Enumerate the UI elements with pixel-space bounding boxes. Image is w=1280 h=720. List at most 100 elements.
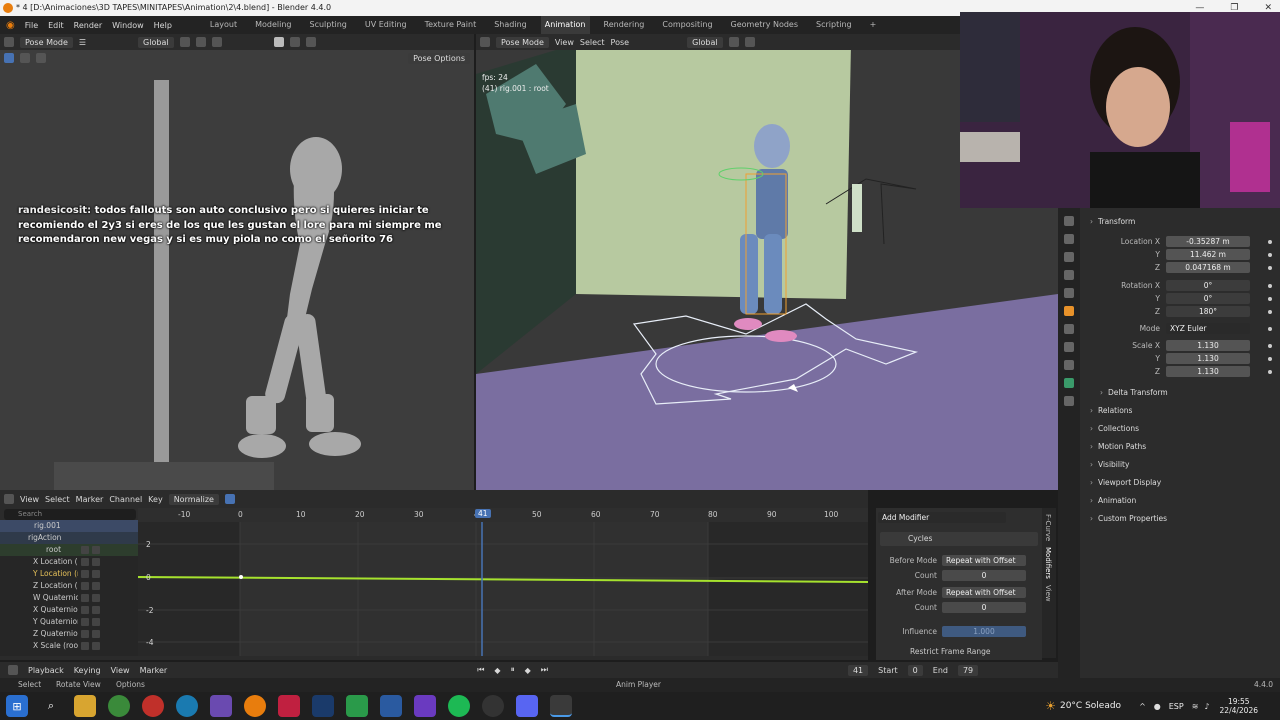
before-count-field[interactable]: 0 <box>942 569 1026 581</box>
channel-row[interactable]: Z Quaternion Rota <box>0 628 138 640</box>
keyframe-dot-icon[interactable] <box>1268 309 1272 314</box>
before-mode-dropdown[interactable]: Repeat with Offset <box>942 554 1026 566</box>
tab-fcurve[interactable]: F-Curve <box>1044 514 1052 541</box>
rotation-x-field[interactable]: 0° <box>1166 280 1250 291</box>
scale-y-field[interactable]: 1.130 <box>1166 353 1250 364</box>
channel-row[interactable]: Y Quaternion Rota <box>0 616 138 628</box>
modifier-tab-icon[interactable] <box>1064 324 1074 334</box>
tray-chevron-icon[interactable]: ^ <box>1139 702 1146 711</box>
fcurve-area[interactable]: 2 0 -2 -4 <box>138 522 868 656</box>
tab-modifiers[interactable]: Modifiers <box>1044 547 1052 579</box>
menu-view[interactable]: View <box>20 495 39 504</box>
mode-dropdown[interactable]: Pose Mode <box>496 36 549 48</box>
snap-icon[interactable] <box>744 37 755 47</box>
menu-key[interactable]: Key <box>148 495 163 504</box>
world-tab-icon[interactable] <box>1064 288 1074 298</box>
channel-row[interactable]: rig.001 <box>0 520 138 532</box>
menu-keying[interactable]: Keying <box>74 666 101 675</box>
collections-section[interactable]: Collections <box>1090 424 1139 433</box>
discord-icon[interactable] <box>516 695 538 717</box>
pivot-icon[interactable] <box>728 37 739 47</box>
influence-field[interactable]: 1.000 <box>942 625 1026 637</box>
channel-row[interactable]: Z Location (root) <box>0 580 138 592</box>
menu-file[interactable]: File <box>25 21 38 30</box>
menu-help[interactable]: Help <box>154 21 172 30</box>
delta-transform-section[interactable]: Delta Transform <box>1100 388 1168 397</box>
menu-marker[interactable]: Marker <box>140 666 168 675</box>
keyframe-dot-icon[interactable] <box>1268 326 1272 331</box>
tab-animation[interactable]: Animation <box>540 16 590 34</box>
tool-tab-icon[interactable] <box>1064 216 1074 226</box>
physics-tab-icon[interactable] <box>1064 342 1074 352</box>
tab-view[interactable]: View <box>1044 585 1052 602</box>
tab-compositing[interactable]: Compositing <box>658 16 716 34</box>
animation-section[interactable]: Animation <box>1090 496 1136 505</box>
menu-render[interactable]: Render <box>74 21 102 30</box>
wifi-icon[interactable]: ≋ <box>1192 702 1199 711</box>
transform-section-header[interactable]: Transform <box>1090 217 1135 226</box>
constraint-tab-icon[interactable] <box>1064 360 1074 370</box>
start-frame-field[interactable]: 0 <box>907 664 923 676</box>
jump-end-icon[interactable]: ⏭ <box>541 665 548 675</box>
tab-uv-editing[interactable]: UV Editing <box>361 16 411 34</box>
rotation-mode-dropdown[interactable]: XYZ Euler <box>1166 323 1250 334</box>
render-tab-icon[interactable] <box>1064 234 1074 244</box>
channel-row[interactable]: X Location (root) <box>0 556 138 568</box>
app-icon[interactable] <box>210 695 232 717</box>
motion-paths-section[interactable]: Motion Paths <box>1090 442 1146 451</box>
normalize-refresh-icon[interactable] <box>224 494 235 504</box>
viewport-display-section[interactable]: Viewport Display <box>1090 478 1161 487</box>
current-frame-indicator[interactable]: 41 <box>475 509 491 518</box>
keyframe-dot-icon[interactable] <box>1268 283 1272 288</box>
visibility-section[interactable]: Visibility <box>1090 460 1129 469</box>
obs-icon[interactable] <box>482 695 504 717</box>
relations-section[interactable]: Relations <box>1090 406 1132 415</box>
location-z-field[interactable]: 0.047168 m <box>1166 262 1250 273</box>
bone-tab-icon[interactable] <box>1064 396 1074 406</box>
data-tab-icon[interactable] <box>1064 378 1074 388</box>
tab-geometry-nodes[interactable]: Geometry Nodes <box>727 16 802 34</box>
tab-scripting[interactable]: Scripting <box>812 16 856 34</box>
editor-type-icon[interactable] <box>480 37 490 47</box>
file-explorer-icon[interactable] <box>74 695 96 717</box>
editor-type-icon[interactable] <box>8 665 18 675</box>
visual-studio-icon[interactable] <box>380 695 402 717</box>
capcut-icon[interactable] <box>278 695 300 717</box>
scale-x-field[interactable]: 1.130 <box>1166 340 1250 351</box>
menu-view[interactable]: View <box>111 666 130 675</box>
keyframe-dot-icon[interactable] <box>1268 296 1272 301</box>
keyframe-dot-icon[interactable] <box>1268 356 1272 361</box>
windows-start-icon[interactable]: ⊞ <box>6 695 28 717</box>
jump-start-icon[interactable]: ⏮ <box>477 665 484 675</box>
rotation-z-field[interactable]: 180° <box>1166 306 1250 317</box>
rotation-y-field[interactable]: 0° <box>1166 293 1250 304</box>
frame-ruler[interactable]: -10 0 10 20 30 40 50 60 70 80 90 100 41 <box>138 508 868 522</box>
tab-texture-paint[interactable]: Texture Paint <box>421 16 481 34</box>
keyframe-dot-icon[interactable] <box>1268 343 1272 348</box>
anim-player-status[interactable]: Anim Player <box>616 678 661 692</box>
channel-row[interactable]: X Scale (root) <box>0 640 138 652</box>
orientation-dropdown[interactable]: Global <box>687 36 723 48</box>
cycles-modifier-header[interactable]: Cycles <box>880 532 1038 546</box>
channel-row[interactable]: rigAction <box>0 532 138 544</box>
chrome-icon[interactable] <box>108 695 130 717</box>
object-tab-icon[interactable] <box>1064 306 1074 316</box>
normalize-toggle[interactable]: Normalize <box>168 493 219 505</box>
tab-rendering[interactable]: Rendering <box>600 16 649 34</box>
left-3d-viewport[interactable]: Pose Mode ☰ Global Pose Options <box>0 34 474 490</box>
keyframe-dot-icon[interactable] <box>1268 265 1272 270</box>
scene-tab-icon[interactable] <box>1064 270 1074 280</box>
channel-row[interactable]: Y Location (root) <box>0 568 138 580</box>
add-modifier-dropdown[interactable]: Add Modifier <box>878 512 1006 523</box>
keyframe-dot-icon[interactable] <box>1268 252 1272 257</box>
channel-row[interactable]: root <box>0 544 138 556</box>
weather-text[interactable]: 20°C Soleado <box>1060 701 1121 711</box>
clock[interactable]: 19:55 22/4/2026 <box>1220 697 1258 715</box>
blender-taskbar-icon[interactable] <box>244 695 266 717</box>
menu-select[interactable]: Select <box>45 495 70 504</box>
after-count-field[interactable]: 0 <box>942 601 1026 613</box>
next-keyframe-icon[interactable]: ◆ <box>525 666 531 675</box>
restrict-frame-range-section[interactable]: Restrict Frame Range <box>910 647 990 656</box>
scale-z-field[interactable]: 1.130 <box>1166 366 1250 377</box>
tab-shading[interactable]: Shading <box>490 16 531 34</box>
